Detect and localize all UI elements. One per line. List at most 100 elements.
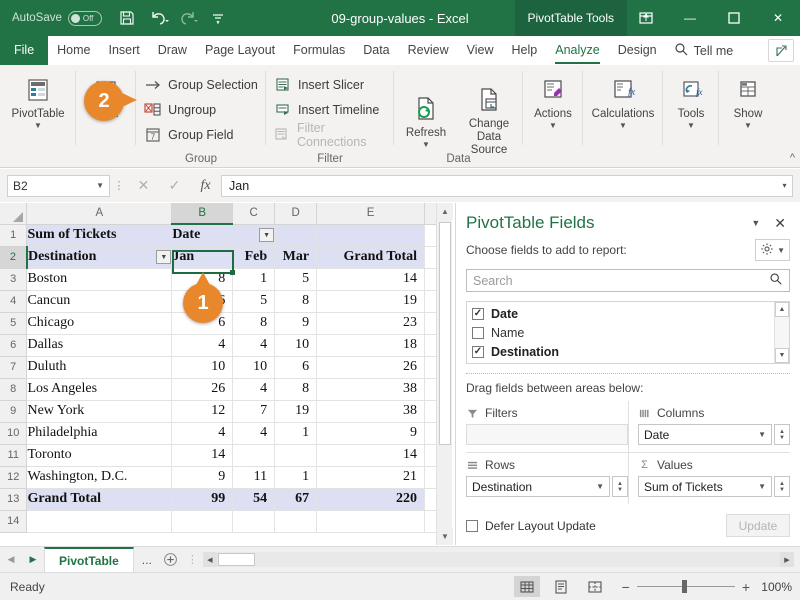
confirm-entry-button[interactable]: ✓ xyxy=(159,174,190,198)
sheet-tab-pivottable[interactable]: PivotTable xyxy=(44,546,134,573)
tab-home[interactable]: Home xyxy=(48,36,99,65)
scroll-down-button[interactable]: ▼ xyxy=(775,348,789,363)
cell-b13[interactable]: 99 xyxy=(171,488,234,511)
chevron-down-icon[interactable]: ▼ xyxy=(619,122,627,130)
zoom-track[interactable] xyxy=(636,580,735,593)
tab-view[interactable]: View xyxy=(458,36,503,65)
cell-c8[interactable]: 4 xyxy=(232,378,276,401)
cell-d13[interactable]: 67 xyxy=(274,488,318,511)
chevron-down-icon[interactable]: ▼ xyxy=(422,141,430,149)
next-sheet-button[interactable]: ▶ xyxy=(22,547,44,573)
cell-c6[interactable]: 4 xyxy=(232,334,276,357)
close-button[interactable]: ✕ xyxy=(756,0,800,36)
row-header-2[interactable]: 2 xyxy=(0,246,28,269)
scroll-right-button[interactable]: ▶ xyxy=(780,552,794,567)
share-icon[interactable] xyxy=(768,39,794,62)
rows-move-spinner[interactable]: ▲ ▼ xyxy=(612,476,628,497)
chevron-down-icon[interactable]: ▼ xyxy=(96,181,104,190)
cell-e10[interactable]: 9 xyxy=(316,422,426,445)
field-item-date[interactable]: ✓ Date xyxy=(467,304,789,323)
horizontal-scrollbar[interactable]: ◀ ▶ xyxy=(202,552,794,567)
name-box[interactable]: B2 ▼ xyxy=(7,174,110,197)
normal-view-button[interactable] xyxy=(513,576,540,597)
chevron-down-icon[interactable]: ▼ xyxy=(758,430,766,439)
redo-icon[interactable] xyxy=(180,9,198,27)
cell-e9[interactable]: 38 xyxy=(316,400,426,423)
cell-a11[interactable]: Toronto xyxy=(26,444,173,467)
cell-c5[interactable]: 8 xyxy=(232,312,276,335)
ribbon-display-options-icon[interactable] xyxy=(624,0,668,36)
zoom-level-label[interactable]: 100% xyxy=(760,580,800,594)
tab-file[interactable]: File xyxy=(0,36,49,65)
cell-d4[interactable]: 8 xyxy=(274,290,318,313)
search-input[interactable]: Search xyxy=(466,269,790,292)
cell-a12[interactable]: Washington, D.C. xyxy=(26,466,173,489)
tab-draw[interactable]: Draw xyxy=(149,36,196,65)
field-list[interactable]: ✓ Date Name ✓ Destination ▲ ▼ xyxy=(466,301,790,364)
cell-d7[interactable]: 6 xyxy=(274,356,318,379)
cell-d9[interactable]: 19 xyxy=(274,400,318,423)
cell-b11[interactable]: 14 xyxy=(171,444,234,467)
chevron-down-icon[interactable]: ▼ xyxy=(777,246,785,255)
cell-c3[interactable]: 1 xyxy=(232,268,276,291)
tab-formulas[interactable]: Formulas xyxy=(284,36,354,65)
scroll-up-button[interactable]: ▲ xyxy=(437,203,453,220)
column-header-c[interactable]: C xyxy=(232,203,276,225)
chevron-down-icon[interactable]: ▼ xyxy=(549,122,557,130)
cell-e8[interactable]: 38 xyxy=(316,378,426,401)
tab-help[interactable]: Help xyxy=(503,36,547,65)
cell-d6[interactable]: 10 xyxy=(274,334,318,357)
maximize-button[interactable] xyxy=(712,0,756,36)
actions-button[interactable]: Actions ▼ xyxy=(521,69,585,130)
cell-b7[interactable]: 10 xyxy=(171,356,234,379)
column-header-d[interactable]: D xyxy=(274,203,318,225)
spreadsheet-grid[interactable]: A B C D E 1 Sum of Tickets Date ▼ 2 Dest… xyxy=(0,203,452,545)
tab-review[interactable]: Review xyxy=(399,36,458,65)
select-all-corner[interactable] xyxy=(0,203,28,225)
scroll-up-button[interactable]: ▲ xyxy=(775,302,789,317)
cancel-entry-button[interactable]: ✕ xyxy=(128,174,159,198)
cell-b8[interactable]: 26 xyxy=(171,378,234,401)
show-button[interactable]: Show ▼ xyxy=(716,69,780,130)
cell-b12[interactable]: 9 xyxy=(171,466,234,489)
cell-e11[interactable]: 14 xyxy=(316,444,426,467)
row-header-14[interactable]: 14 xyxy=(0,510,28,533)
cell-d5[interactable]: 9 xyxy=(274,312,318,335)
chevron-down-icon[interactable]: ▼ xyxy=(687,122,695,130)
vertical-scroll-thumb[interactable] xyxy=(439,222,451,445)
zoom-slider[interactable]: − + xyxy=(622,579,750,595)
insert-slicer-button[interactable]: Insert Slicer xyxy=(274,75,386,95)
horizontal-scroll-thumb[interactable] xyxy=(217,553,255,566)
cell-a14[interactable] xyxy=(26,510,173,533)
cell-a6[interactable]: Dallas xyxy=(26,334,173,357)
values-move-spinner[interactable]: ▲ ▼ xyxy=(774,476,790,497)
customize-qat-icon[interactable] xyxy=(211,9,229,27)
search-icon[interactable] xyxy=(769,272,783,289)
checkbox-checked[interactable]: ✓ xyxy=(472,307,484,320)
cell-a4[interactable]: Cancun xyxy=(26,290,173,313)
page-layout-view-button[interactable] xyxy=(548,576,574,597)
column-header-a[interactable]: A xyxy=(26,203,173,225)
columns-field-date[interactable]: Date ▼ xyxy=(638,424,772,445)
row-header-13[interactable]: 13 xyxy=(0,488,28,511)
sheet-bar-divider[interactable]: ⋮ xyxy=(182,553,203,566)
column-header-e[interactable]: E xyxy=(316,203,426,225)
column-field-filter-icon[interactable]: ▼ xyxy=(259,228,274,243)
row-header-9[interactable]: 9 xyxy=(0,400,28,423)
pane-options-icon[interactable]: ▼ xyxy=(751,218,760,228)
cell-d2[interactable]: Mar xyxy=(274,246,318,269)
cell-d3[interactable]: 5 xyxy=(274,268,318,291)
tab-insert[interactable]: Insert xyxy=(100,36,149,65)
cell-d11[interactable] xyxy=(274,444,318,467)
zoom-in-button[interactable]: + xyxy=(742,579,750,595)
cell-d10[interactable]: 1 xyxy=(274,422,318,445)
cell-e3[interactable]: 14 xyxy=(316,268,426,291)
tools-button[interactable]: fx Tools ▼ xyxy=(659,69,723,130)
cell-e14[interactable] xyxy=(316,510,426,533)
tab-analyze[interactable]: Analyze xyxy=(546,36,608,65)
field-item-destination[interactable]: ✓ Destination xyxy=(467,342,789,361)
add-sheet-button[interactable] xyxy=(160,547,182,573)
cell-a5[interactable]: Chicago xyxy=(26,312,173,335)
cell-a10[interactable]: Philadelphia xyxy=(26,422,173,445)
pane-tools-button[interactable]: ▼ xyxy=(755,239,790,261)
